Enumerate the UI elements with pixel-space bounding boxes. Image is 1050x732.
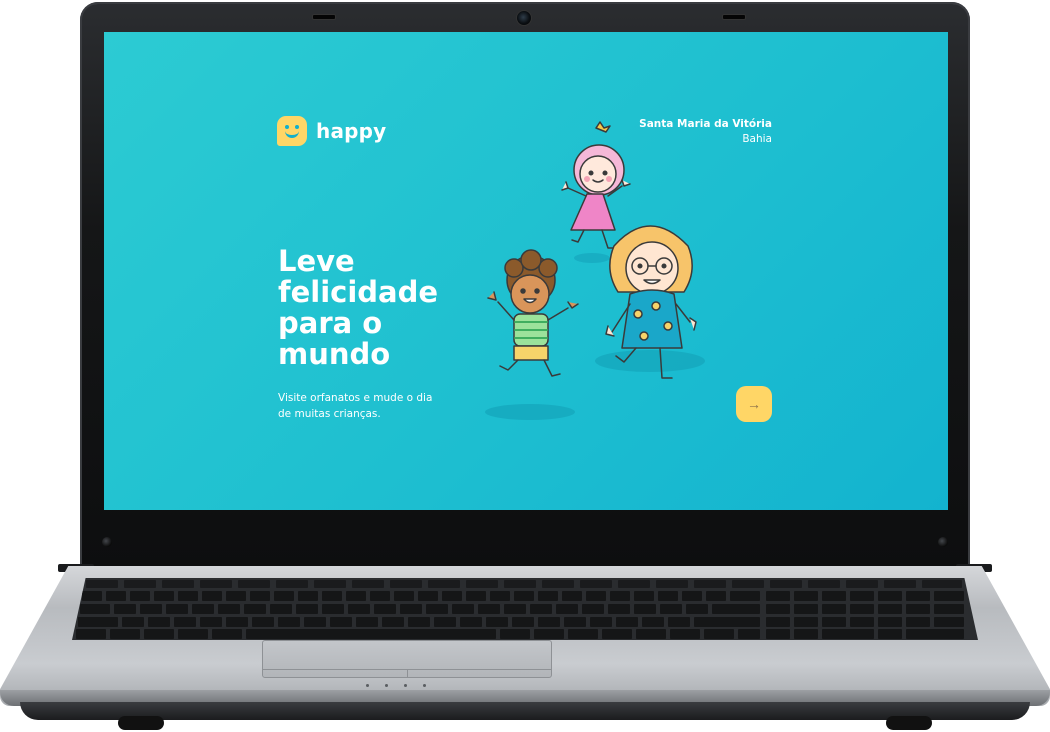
logo-text: happy	[316, 119, 387, 143]
bezel-screw-right	[938, 537, 948, 547]
boy-figure	[487, 249, 579, 377]
foot-right	[886, 716, 932, 730]
webcam-icon	[516, 10, 532, 26]
laptop-screen: happy Santa Maria da Vitória Bahia Leve …	[104, 32, 948, 510]
touchpad[interactable]	[262, 640, 552, 678]
foot-left	[118, 716, 164, 730]
keyboard-keys	[76, 580, 964, 639]
headline-line: Leve	[278, 244, 355, 278]
status-led	[385, 684, 388, 687]
status-led	[366, 684, 369, 687]
girl-pink-figure	[561, 121, 631, 249]
hero-headline: Leve felicidade para o mundo	[278, 246, 468, 370]
subtitle-line: Visite orfanatos e mude o dia	[278, 392, 433, 404]
touchpad-button-split	[407, 669, 408, 677]
headline-line: para o	[278, 306, 383, 340]
hero-subtitle: Visite orfanatos e mude o dia de muitas …	[278, 390, 468, 422]
happy-face-logo-icon	[277, 116, 307, 146]
status-led	[404, 684, 407, 687]
three-kids-illustration	[485, 121, 705, 420]
status-leds	[366, 684, 426, 687]
base-front	[20, 702, 1030, 720]
status-led	[423, 684, 426, 687]
lid-latch-left	[312, 14, 336, 20]
headline-line: felicidade	[278, 275, 439, 309]
subtitle-line: de muitas crianças.	[278, 408, 381, 420]
next-button[interactable]: →	[736, 386, 772, 422]
arrow-right-icon: →	[747, 396, 761, 412]
headline-line: mundo	[278, 337, 391, 371]
keyboard	[72, 578, 978, 640]
lid-latch-right	[722, 14, 746, 20]
logo[interactable]: happy	[277, 116, 386, 146]
bezel-screw-left	[102, 537, 112, 547]
